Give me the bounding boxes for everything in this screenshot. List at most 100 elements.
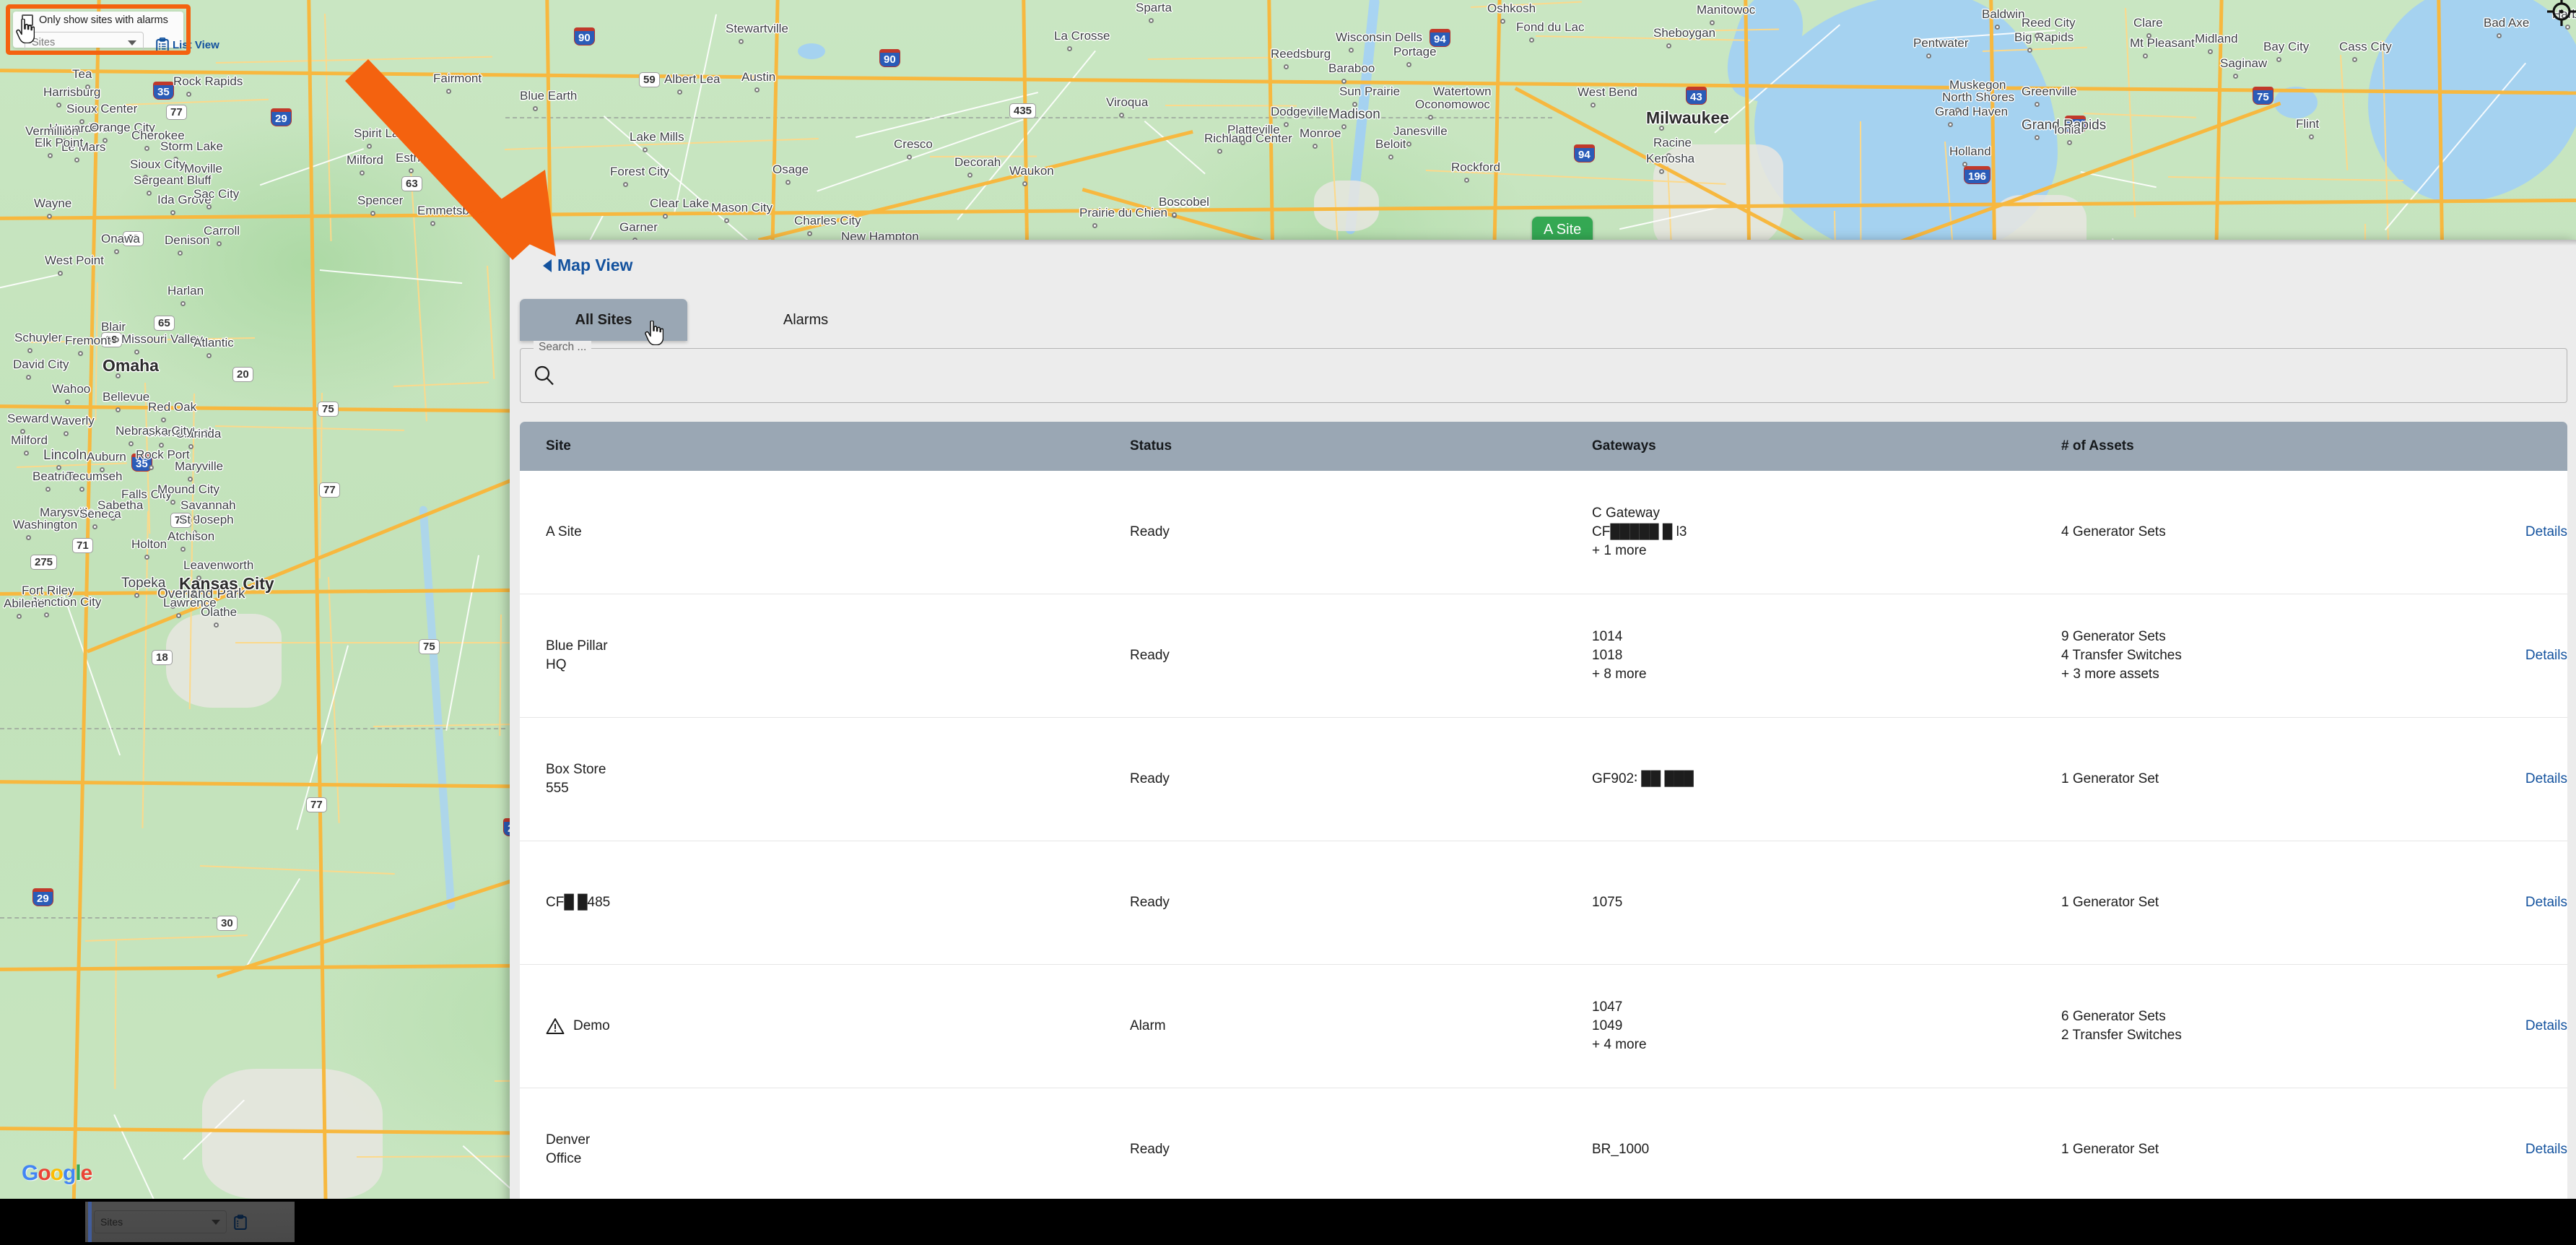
asset-line: 1 Generator Set [2061,893,2516,912]
map-city-dot [1962,162,1967,167]
map-city-label: Olathe [201,605,237,620]
table-row[interactable]: A Site Ready C GatewayCF█████ █ l3+ 1 mo… [520,471,2567,594]
map-city-dot [2352,57,2357,62]
map-city-label: Midland [2195,32,2238,46]
details-link[interactable]: Details [2525,1142,2567,1157]
map-controls-card: Only show sites with alarms Sites List V… [13,12,183,48]
map-city-dot [1119,113,1124,118]
map-city-label: Spirit Lake [354,126,412,141]
tab-alarms-label: Alarms [783,312,828,329]
map-city-label: Portage [1393,45,1437,59]
map-city-dot [1406,142,1411,147]
map-city-dot [786,180,791,185]
map-city-label: Garner [619,220,658,235]
alarms-filter-checkbox[interactable] [22,14,33,26]
map-city-dot [48,153,53,158]
map-city-dot [1666,43,1671,48]
map-city-dot [1341,79,1346,84]
map-city-label: Mason City [711,201,773,215]
list-view-button[interactable]: List View [156,38,219,53]
map-city-dot [1341,124,1346,129]
search-field[interactable]: Search ... [520,348,2567,403]
cell-site: Box Store555 [520,760,1130,798]
ghost-sites-select-value: Sites [100,1216,123,1228]
map-city-dot [58,271,63,276]
gateway-line: 1049 [1592,1017,2061,1036]
cell-actions: Details [2516,1142,2567,1158]
map-city-dot [144,146,149,151]
map-city-dot [409,168,414,173]
map-city-label: West Point [45,253,104,268]
urban-area [166,614,282,708]
details-link[interactable]: Details [2525,895,2567,910]
table-row[interactable]: Box Store555 Ready GF902∶ ██ ███ 1 Gener… [520,718,2567,841]
map-city-label: Lincoln [43,448,87,464]
map-city-dot [1529,38,1534,43]
map-city-label: David City [13,357,69,372]
table-row[interactable]: CF█ █485 Ready 1075 1 Generator Set Deta… [520,841,2567,965]
map-city-dot [64,431,69,436]
map-city-label: Atlantic [193,336,234,350]
back-arrow-icon[interactable] [543,259,552,272]
map-city-label: Holton [131,537,167,552]
cell-assets: 1 Generator Set [2061,1140,2516,1159]
map-city-dot [65,399,70,404]
map-interstate-shield: 196 [1964,166,1990,184]
gateway-line: CF█████ █ l3 [1592,523,2061,542]
map-city-dot [26,535,31,540]
table-row[interactable]: Demo Alarm 10471049+ 4 more 6 Generator … [520,965,2567,1088]
tab-alarms[interactable]: Alarms [722,299,889,341]
map-city-label: Sheboygan [1653,26,1715,40]
map-interstate-shield: 94 [1574,144,1595,162]
map-city-dot [206,353,212,358]
status-text: Alarm [1130,1017,1592,1036]
map-city-label: Bad Axe [2484,16,2529,30]
gateway-line: BR_1000 [1592,1140,2061,1159]
map-city-dot [176,613,181,618]
details-link[interactable]: Details [2525,1018,2567,1033]
map-city-label: Austin [741,70,775,84]
alarms-filter-row[interactable]: Only show sites with alarms [22,14,168,26]
sites-select-value: Sites [32,37,55,48]
map-city-dot [2143,53,2148,58]
tab-all-sites[interactable]: All Sites [520,299,687,341]
gateway-line: C Gateway [1592,504,2061,523]
map-city-label: Boscobel [1159,195,1209,209]
map-city-label: Platteville [1227,123,1280,137]
details-link[interactable]: Details [2525,524,2567,539]
gateway-line: + 8 more [1592,665,2061,684]
status-text: Ready [1130,523,1592,542]
map-city-label: Atchison [167,529,214,544]
map-city-dot [1710,20,1715,25]
map-city-dot [56,103,61,108]
map-city-dot [1500,19,1505,24]
map-city-dot [2208,49,2213,54]
sites-select[interactable]: Sites [25,32,144,53]
table-row[interactable]: Blue PillarHQ Ready 10141018+ 8 more 9 G… [520,594,2567,718]
map-city-label: Kansas City [179,574,274,594]
site-name-line: HQ [546,656,608,674]
panel-header[interactable]: Map View [543,256,632,275]
map-city-dot [1284,122,1289,127]
map-route-shield: 77 [319,482,340,498]
gateway-line: 1047 [1592,998,2061,1017]
col-header-gateways: Gateways [1592,438,2061,454]
map-city-label: Rock Port [136,448,190,462]
gateway-line: 1018 [1592,646,2061,665]
map-city-label: Kenosha [1646,152,1694,166]
map-city-dot [754,87,760,92]
map-city-label: Wisconsin Dells [1336,30,1422,45]
map-city-label: Storm Lake [160,139,223,154]
details-link[interactable]: Details [2525,771,2567,786]
map-city-dot [1464,178,1469,183]
details-link[interactable]: Details [2525,648,2567,663]
asset-line: 1 Generator Set [2061,770,2516,789]
table-body: A Site Ready C GatewayCF█████ █ l3+ 1 mo… [520,471,2567,1212]
map-city-dot [1388,155,1393,160]
map-city-dot [144,555,149,560]
table-row[interactable]: DenverOffice Ready BR_1000 1 Generator S… [520,1088,2567,1212]
panel-shadow [510,240,2576,246]
cell-gateways: 1075 [1592,893,2061,912]
map-city-label: Milford [347,153,383,168]
site-name-line: 555 [546,779,606,798]
